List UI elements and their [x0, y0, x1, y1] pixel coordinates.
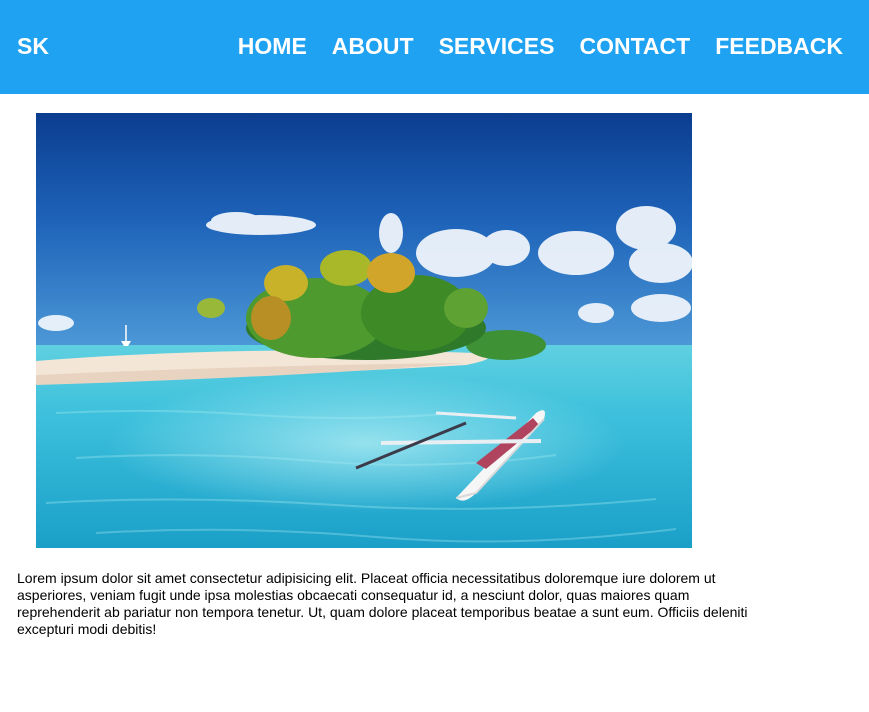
nav-feedback-link[interactable]: FEEDBACK	[715, 33, 843, 59]
nav-services-link[interactable]: SERVICES	[439, 33, 555, 59]
main-nav: HOME ABOUT SERVICES CONTACT FEEDBACK	[238, 33, 843, 59]
intro-paragraph: Lorem ipsum dolor sit amet consectetur a…	[17, 570, 748, 637]
nav-contact-link[interactable]: CONTACT	[579, 33, 690, 59]
nav-home-link[interactable]: HOME	[238, 33, 307, 59]
tropical-island-photo-icon	[36, 113, 692, 548]
hero-image	[36, 113, 692, 548]
top-navbar: SK HOME ABOUT SERVICES CONTACT FEEDBACK	[0, 0, 869, 94]
nav-about-link[interactable]: ABOUT	[332, 33, 414, 59]
brand-logo-link[interactable]: SK	[17, 33, 49, 59]
